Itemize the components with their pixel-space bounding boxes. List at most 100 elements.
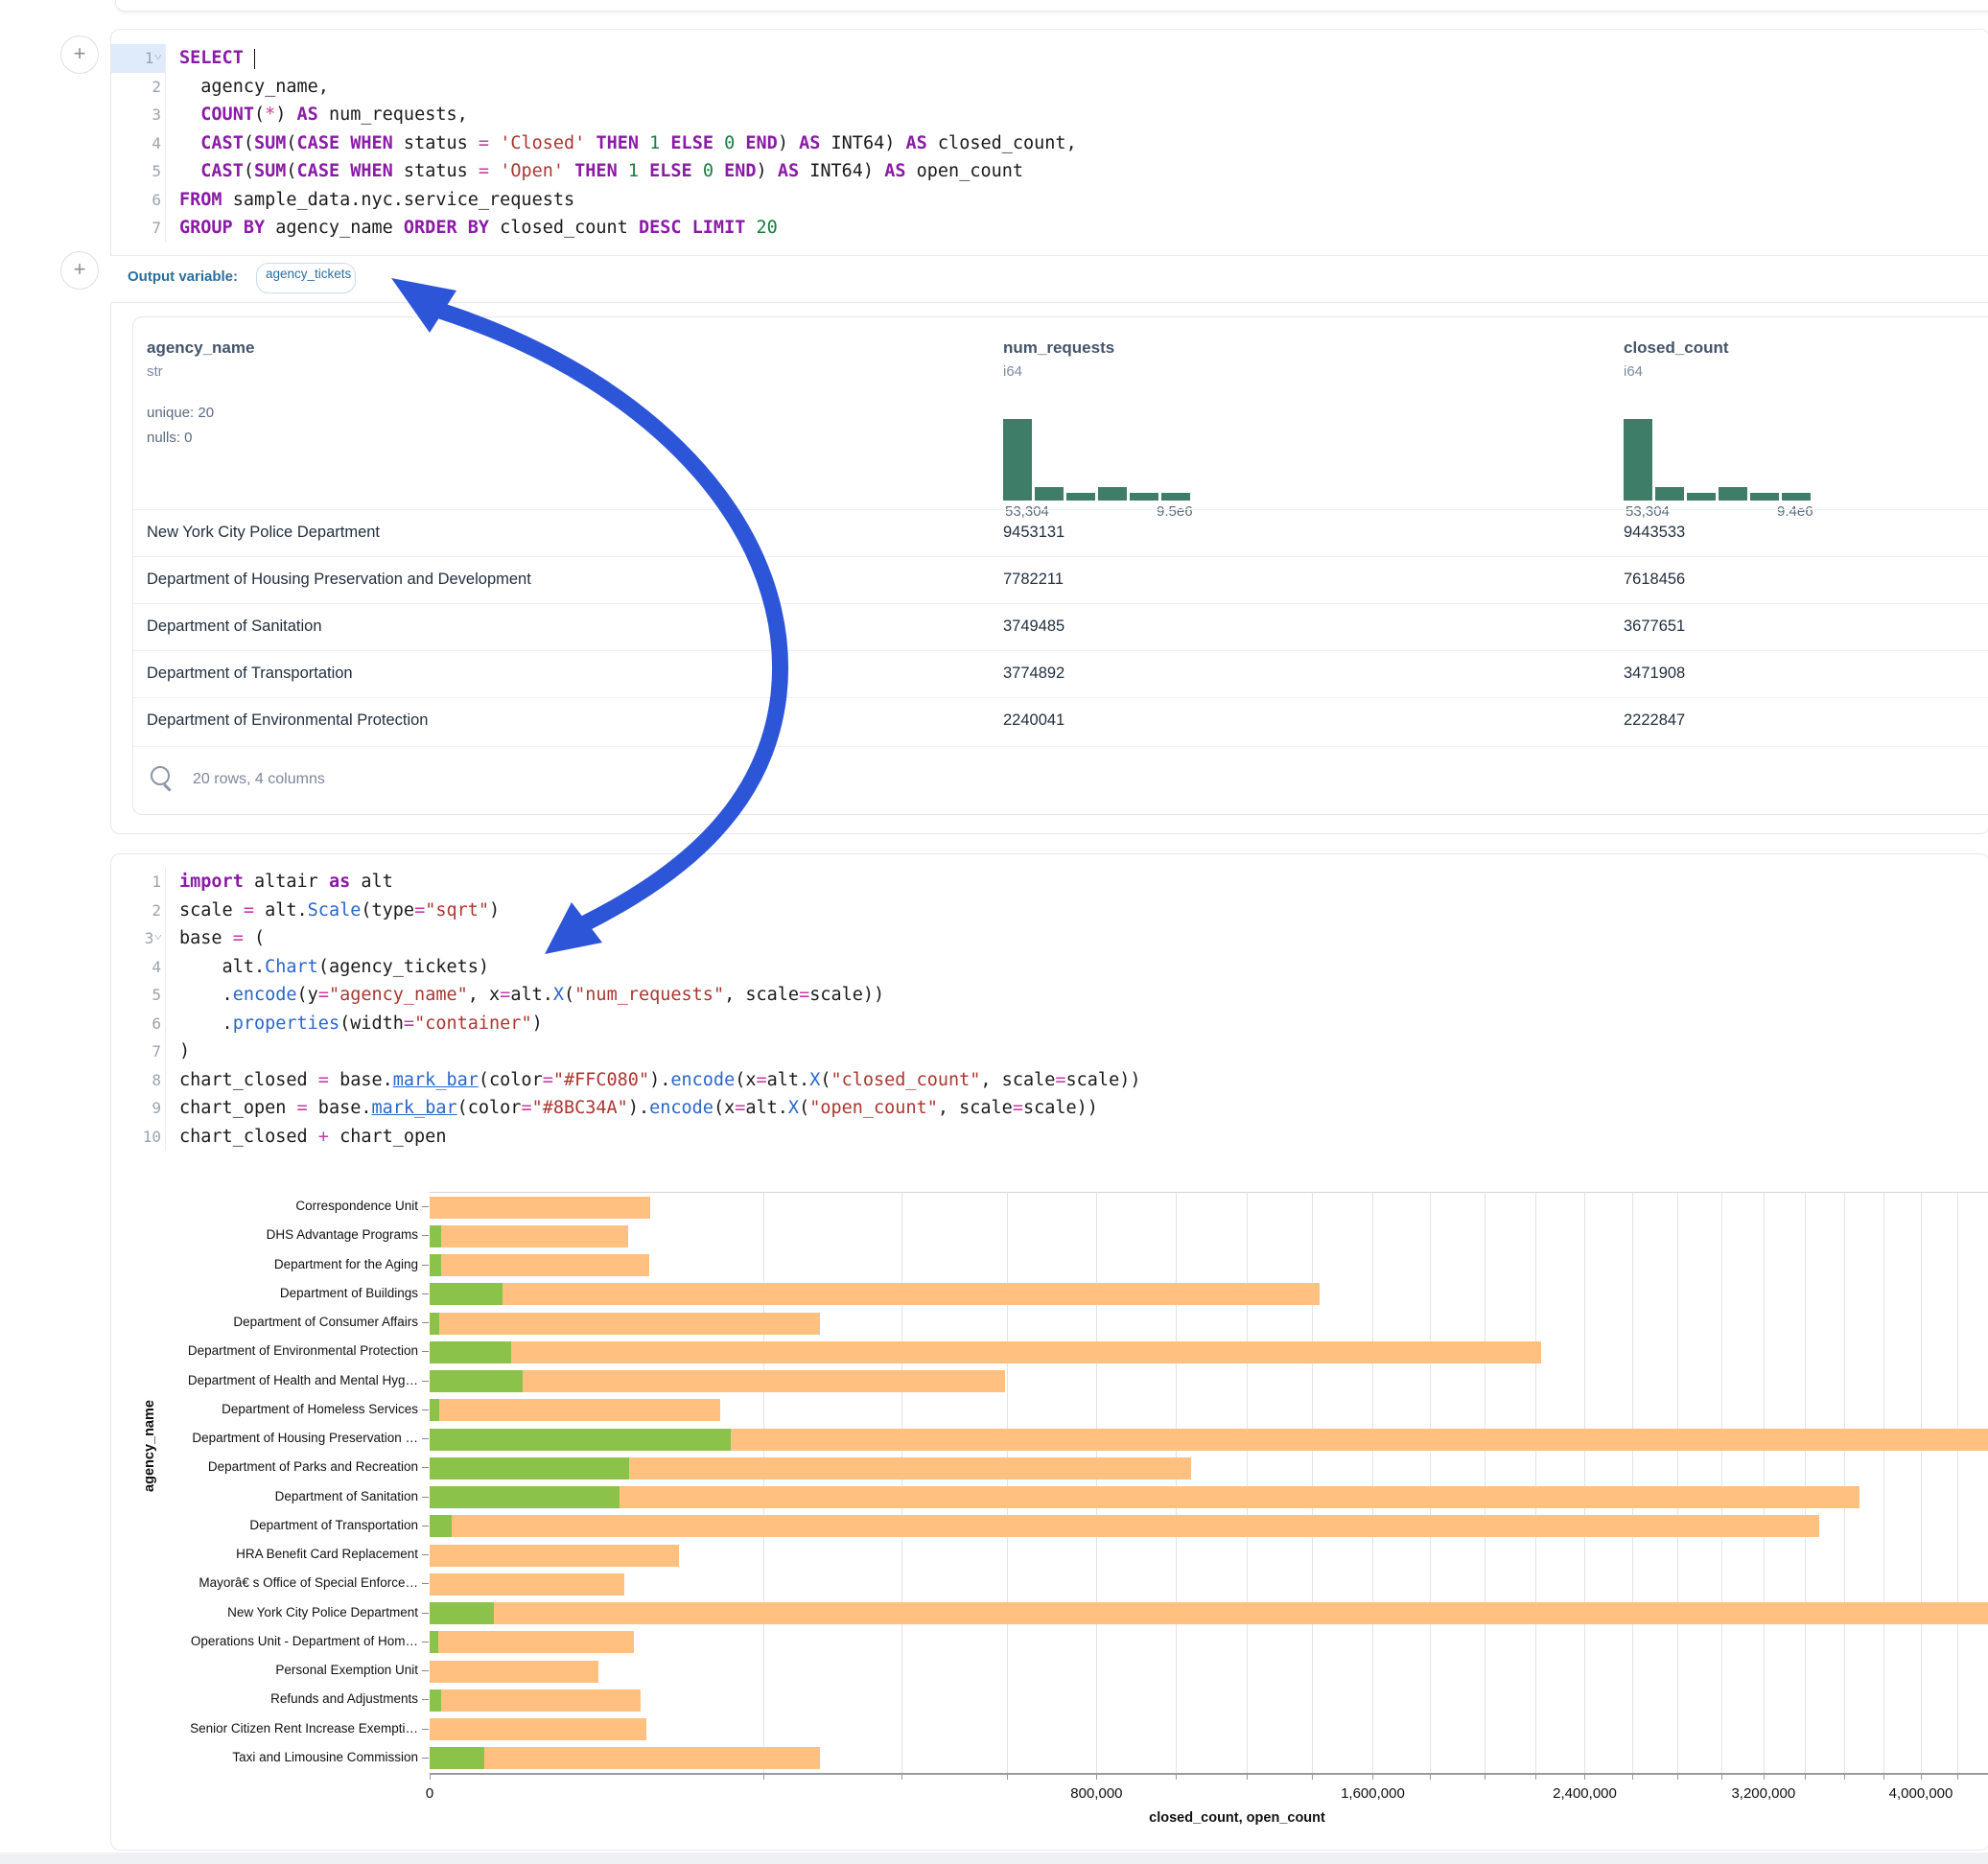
column-dtype: i64 (1624, 363, 1729, 380)
bar-open-count (430, 1313, 439, 1335)
code-text: SELECT (166, 48, 255, 69)
output-variable-pill[interactable]: agency_tickets (256, 263, 356, 293)
table-cell: New York City Police Department (147, 524, 380, 542)
y-axis-tick (422, 1265, 429, 1266)
x-axis-tick (1921, 1773, 1922, 1780)
column-header-agency_name[interactable]: agency_namestrunique: 20nulls: 0 (147, 338, 254, 451)
bar-closed-count (430, 1573, 624, 1596)
code-text: chart_closed = base.mark_bar(color="#FFC… (166, 1070, 1140, 1090)
code-line[interactable]: 7) (111, 1037, 1988, 1066)
bar-closed-count (430, 1689, 641, 1712)
code-line[interactable]: 4 CAST(SUM(CASE WHEN status = 'Closed' T… (111, 129, 1988, 158)
column-header-closed_count[interactable]: closed_counti6453,3049.4e6 (1624, 338, 1729, 380)
code-line[interactable]: 6FROM sample_data.nyc.service_requests (111, 186, 1988, 215)
x-axis-tick (763, 1773, 764, 1780)
gridline (1430, 1193, 1431, 1773)
gridline (1096, 1193, 1097, 1773)
x-axis-tick (1883, 1773, 1884, 1780)
y-axis-label: Senior Citizen Rent Increase Exempti… (130, 1721, 418, 1736)
collapse-chevron-icon[interactable]: ˅ (154, 53, 162, 63)
chart-plot-area: 0800,0001,600,0002,400,0003,200,0004,000… (430, 1192, 1988, 1775)
line-number: 6 (111, 186, 166, 215)
code-line[interactable]: 9chart_open = base.mark_bar(color="#8BC3… (111, 1094, 1988, 1123)
dataframe-header: agency_namestrunique: 20nulls: 0 num_requ… (133, 317, 1988, 509)
table-cell: 3774892 (1003, 664, 1064, 683)
output-variable-label: Output variable: (128, 268, 238, 285)
bar-open-count (430, 1747, 484, 1769)
line-number: 5 (111, 157, 166, 186)
table-row[interactable]: Department of Housing Preservation and D… (133, 556, 1988, 604)
add-cell-button-output[interactable]: + (60, 251, 99, 290)
bar-open-count (430, 1631, 438, 1653)
line-number: 3 (111, 101, 166, 129)
bar-closed-count (430, 1225, 628, 1247)
code-line[interactable]: 5 .encode(y="agency_name", x=alt.X("num_… (111, 981, 1988, 1010)
python-code-editor[interactable]: 1import altair as alt2scale = alt.Scale(… (111, 868, 1988, 1151)
column-header-num_requests[interactable]: num_requestsi6453,3049.5e6 (1003, 338, 1114, 380)
code-text: .properties(width="container") (166, 1014, 543, 1034)
bar-open-count (430, 1602, 494, 1624)
y-axis-label: Operations Unit - Department of Hom… (130, 1634, 418, 1648)
row-count-text: 20 rows, 4 columns (193, 771, 325, 788)
code-text: ) (166, 1041, 190, 1061)
line-number: 9 (111, 1094, 166, 1123)
table-cell: 2222847 (1624, 711, 1685, 730)
code-line[interactable]: 4 alt.Chart(agency_tickets) (111, 953, 1988, 982)
line-number: 10 (111, 1123, 166, 1152)
y-axis-tick (422, 1583, 429, 1584)
y-axis-label: Correspondence Unit (130, 1199, 418, 1213)
code-line[interactable]: 3˅base = ( (111, 924, 1988, 953)
bar-closed-count (430, 1197, 650, 1219)
x-axis-tick-label: 3,200,000 (1706, 1785, 1821, 1802)
search-icon[interactable] (151, 766, 170, 785)
y-axis-tick (422, 1322, 429, 1323)
gridline (1632, 1193, 1633, 1773)
table-row[interactable]: New York City Police Department945313194… (133, 509, 1988, 557)
code-text: scale = alt.Scale(type="sqrt") (166, 900, 500, 920)
table-row[interactable]: Department of Sanitation37494853677651 (133, 603, 1988, 651)
x-axis-tick (1007, 1773, 1008, 1780)
add-cell-button-top[interactable]: + (60, 35, 99, 74)
bar-closed-count (430, 1747, 820, 1769)
bar-open-count (430, 1399, 439, 1421)
y-axis-label: HRA Benefit Card Replacement (130, 1547, 418, 1561)
code-text: COUNT(*) AS num_requests, (166, 105, 468, 125)
code-text: agency_name, (166, 77, 329, 97)
code-text: FROM sample_data.nyc.service_requests (166, 190, 574, 210)
table-cell: Department of Environmental Protection (147, 711, 428, 730)
y-axis-tick (422, 1497, 429, 1498)
code-line[interactable]: 10chart_closed + chart_open (111, 1123, 1988, 1152)
collapse-chevron-icon[interactable]: ˅ (154, 933, 162, 944)
sql-code-editor[interactable]: 1˅SELECT 2 agency_name,3 COUNT(*) AS num… (111, 44, 1988, 243)
column-histogram (1624, 416, 1815, 501)
code-line[interactable]: 1˅SELECT (111, 44, 1988, 73)
text-cursor (254, 49, 256, 69)
code-line[interactable]: 3 COUNT(*) AS num_requests, (111, 101, 1988, 129)
gridline (1883, 1193, 1884, 1773)
code-line[interactable]: 8chart_closed = base.mark_bar(color="#FF… (111, 1066, 1988, 1095)
code-line[interactable]: 7GROUP BY agency_name ORDER BY closed_co… (111, 214, 1988, 243)
table-cell: 3471908 (1624, 664, 1685, 683)
gridline (1957, 1193, 1958, 1773)
x-axis-tick (1677, 1773, 1678, 1780)
line-number: 5 (111, 981, 166, 1010)
table-row[interactable]: Department of Environmental Protection 22… (133, 697, 1988, 745)
x-axis-tick-label: 4,000,000 (1863, 1785, 1978, 1802)
code-line[interactable]: 1import altair as alt (111, 868, 1988, 897)
y-axis-label: Department of Environmental Protection (130, 1343, 418, 1358)
bar-open-count (430, 1457, 629, 1480)
bar-closed-count (430, 1718, 646, 1740)
code-text: import altair as alt (166, 872, 393, 892)
code-line[interactable]: 2scale = alt.Scale(type="sqrt") (111, 897, 1988, 925)
code-text: .encode(y="agency_name", x=alt.X("num_re… (166, 985, 884, 1005)
code-text: CAST(SUM(CASE WHEN status = 'Open' THEN … (166, 161, 1023, 181)
bar-closed-count (430, 1486, 1859, 1508)
bar-closed-count (430, 1313, 820, 1335)
x-axis-tick-label: 800,000 (1039, 1785, 1154, 1802)
table-row[interactable]: Department of Transportation377489234719… (133, 650, 1988, 698)
code-line[interactable]: 5 CAST(SUM(CASE WHEN status = 'Open' THE… (111, 157, 1988, 186)
table-cell: 3749485 (1003, 617, 1064, 636)
code-line[interactable]: 2 agency_name, (111, 73, 1988, 102)
line-number: 4 (111, 953, 166, 982)
code-line[interactable]: 6 .properties(width="container") (111, 1010, 1988, 1038)
